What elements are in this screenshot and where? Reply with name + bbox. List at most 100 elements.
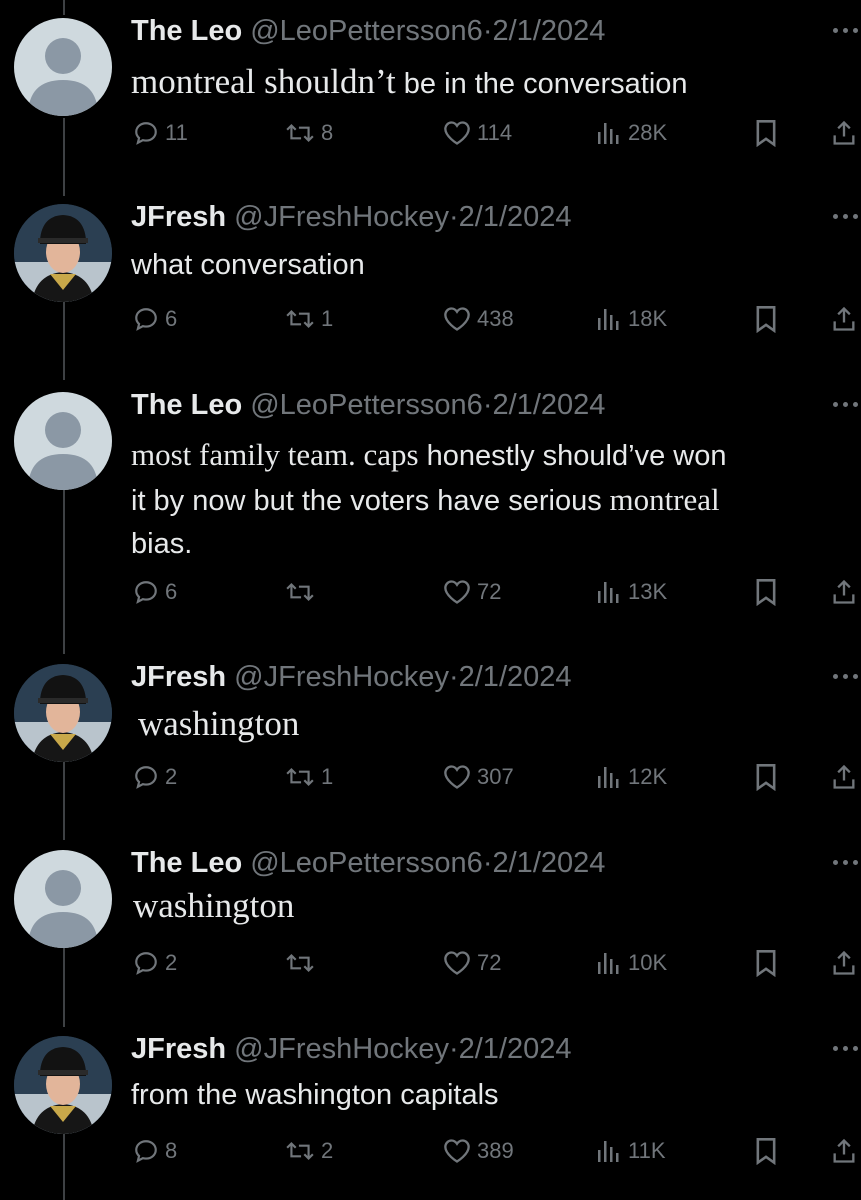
reply-button[interactable]: 11 — [133, 116, 188, 150]
author-handle[interactable]: @LeoPettersson6 — [250, 15, 483, 47]
like-icon — [443, 120, 471, 146]
bookmark-button[interactable] — [754, 116, 778, 150]
tweet-text-line: most family team. caps honestly should’v… — [131, 433, 851, 478]
tweet-text: washington — [133, 888, 294, 926]
tweet[interactable]: The Leo @LeoPettersson6·2/1/2024 washing… — [0, 846, 861, 1006]
author-handle[interactable]: @JFreshHockey — [234, 201, 449, 233]
share-button[interactable] — [830, 575, 858, 609]
like-button[interactable]: 114 — [443, 116, 512, 150]
author-name[interactable]: The Leo — [131, 847, 242, 879]
retweet-button[interactable] — [285, 575, 321, 609]
bookmark-button[interactable] — [754, 1134, 778, 1168]
like-icon — [443, 579, 471, 605]
tweet-text-segment: washington — [133, 886, 295, 925]
hockey-player-photo[interactable] — [14, 204, 112, 302]
tweet-date[interactable]: 2/1/2024 — [459, 1033, 572, 1065]
tweet-header: JFresh @JFreshHockey·2/1/2024 — [131, 660, 572, 694]
bookmark-icon — [754, 119, 778, 147]
tweet-text: most family team. caps honestly should’v… — [131, 433, 851, 566]
tweet[interactable]: JFresh @JFreshHockey·2/1/2024 from the w… — [0, 1032, 861, 1192]
bookmark-icon — [754, 1137, 778, 1165]
separator-dot: · — [448, 661, 459, 693]
tweet-text: washington — [138, 706, 299, 744]
more-icon[interactable] — [833, 402, 859, 408]
tweet[interactable]: JFresh @JFreshHockey·2/1/2024 what conve… — [0, 200, 861, 360]
tweet-actions: 6 1 438 18K — [0, 302, 861, 336]
share-icon — [830, 763, 858, 791]
more-icon[interactable] — [833, 860, 859, 866]
retweet-button[interactable] — [285, 946, 321, 980]
views-button[interactable]: 13K — [596, 575, 667, 609]
views-count: 28K — [628, 120, 668, 145]
tweet-text-segment: honestly should’ve won — [418, 440, 727, 472]
author-handle[interactable]: @LeoPettersson6 — [250, 389, 483, 421]
author-name[interactable]: The Leo — [131, 389, 242, 421]
thread-line — [63, 0, 65, 15]
reply-button[interactable]: 2 — [133, 946, 177, 980]
share-button[interactable] — [830, 760, 858, 794]
like-button[interactable]: 72 — [443, 575, 501, 609]
reply-button[interactable]: 8 — [133, 1134, 177, 1168]
like-button[interactable]: 438 — [443, 302, 514, 336]
share-button[interactable] — [830, 116, 858, 150]
author-handle[interactable]: @JFreshHockey — [234, 661, 449, 693]
more-icon[interactable] — [833, 1046, 859, 1052]
views-button[interactable]: 28K — [596, 116, 667, 150]
author-name[interactable]: The Leo — [131, 15, 242, 47]
default-avatar[interactable] — [14, 392, 112, 490]
reply-button[interactable]: 2 — [133, 760, 177, 794]
hockey-player-photo[interactable] — [14, 664, 112, 762]
like-button[interactable]: 307 — [443, 760, 514, 794]
reply-button[interactable]: 6 — [133, 302, 177, 336]
retweet-button[interactable]: 1 — [285, 302, 333, 336]
bookmark-button[interactable] — [754, 760, 778, 794]
author-name[interactable]: JFresh — [131, 661, 226, 693]
tweet[interactable]: JFresh @JFreshHockey·2/1/2024 washington… — [0, 660, 861, 820]
bookmark-button[interactable] — [754, 946, 778, 980]
tweet[interactable]: The Leo @LeoPettersson6·2/1/2024 montrea… — [0, 14, 861, 174]
like-count: 72 — [477, 950, 502, 975]
share-button[interactable] — [830, 946, 858, 980]
reply-icon — [133, 950, 159, 976]
retweet-icon — [285, 950, 315, 976]
default-avatar[interactable] — [14, 18, 112, 116]
retweet-button[interactable]: 8 — [285, 116, 333, 150]
views-button[interactable]: 11K — [596, 1134, 666, 1168]
more-icon[interactable] — [833, 674, 859, 680]
share-button[interactable] — [830, 302, 858, 336]
retweet-button[interactable]: 1 — [285, 760, 333, 794]
hockey-player-photo[interactable] — [14, 1036, 112, 1134]
author-handle[interactable]: @JFreshHockey — [234, 1033, 449, 1065]
tweet[interactable]: The Leo @LeoPettersson6·2/1/2024 most fa… — [0, 388, 861, 628]
author-name[interactable]: JFresh — [131, 1033, 226, 1065]
share-icon — [830, 578, 858, 606]
tweet-header: The Leo @LeoPettersson6·2/1/2024 — [131, 846, 605, 880]
retweet-icon — [285, 306, 315, 332]
retweet-icon — [285, 579, 315, 605]
more-icon[interactable] — [833, 28, 859, 34]
retweet-button[interactable]: 2 — [285, 1134, 333, 1168]
views-count: 13K — [628, 579, 668, 604]
author-handle[interactable]: @LeoPettersson6 — [250, 847, 483, 879]
more-icon[interactable] — [833, 214, 859, 220]
share-button[interactable] — [830, 1134, 858, 1168]
like-button[interactable]: 72 — [443, 946, 501, 980]
tweet-date[interactable]: 2/1/2024 — [493, 847, 606, 879]
tweet-date[interactable]: 2/1/2024 — [459, 201, 572, 233]
views-icon — [596, 1138, 622, 1164]
like-button[interactable]: 389 — [443, 1134, 514, 1168]
tweet-date[interactable]: 2/1/2024 — [493, 389, 606, 421]
views-count: 12K — [628, 764, 668, 789]
reply-button[interactable]: 6 — [133, 575, 177, 609]
bookmark-button[interactable] — [754, 302, 778, 336]
tweet-date[interactable]: 2/1/2024 — [493, 15, 606, 47]
views-button[interactable]: 10K — [596, 946, 667, 980]
views-button[interactable]: 18K — [596, 302, 667, 336]
views-button[interactable]: 12K — [596, 760, 667, 794]
share-icon — [830, 1137, 858, 1165]
bookmark-button[interactable] — [754, 575, 778, 609]
tweet-actions: 2 1 307 12K — [0, 760, 861, 794]
tweet-date[interactable]: 2/1/2024 — [459, 661, 572, 693]
author-name[interactable]: JFresh — [131, 201, 226, 233]
default-avatar[interactable] — [14, 850, 112, 948]
